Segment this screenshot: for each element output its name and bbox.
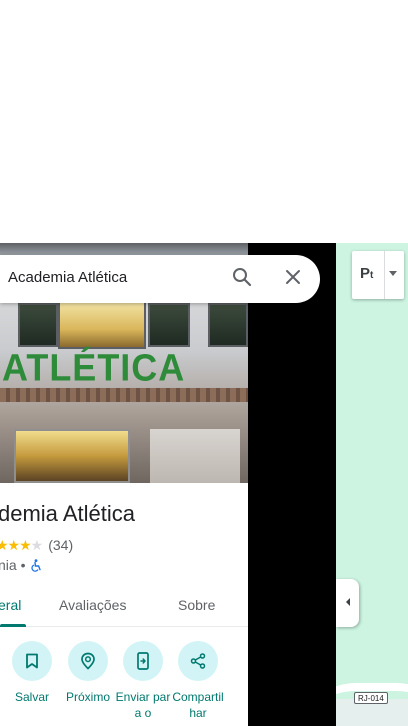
place-category[interactable]: nia • [0, 557, 25, 573]
stars-filled: ★★★ [0, 536, 32, 553]
share-icon [178, 641, 218, 681]
review-count[interactable]: (34) [48, 537, 73, 553]
close-icon [285, 269, 301, 290]
send-to-phone-icon [123, 641, 163, 681]
map-layer-subletter: t [370, 270, 374, 281]
photo-window [208, 303, 248, 347]
send-to-phone-label: Enviar para o [115, 690, 171, 720]
nearby-label: Próximo [65, 690, 110, 704]
search-icon [232, 267, 252, 292]
nearby-button[interactable]: Próximo [60, 641, 116, 705]
search-input[interactable]: Academia Atlética [8, 269, 127, 286]
dropdown-arrow-icon[interactable] [389, 271, 397, 276]
blank-area [0, 0, 408, 243]
selector-divider [384, 251, 385, 299]
share-label: Compartilhar [172, 690, 224, 720]
rating-row[interactable]: ★★★★ (34) [0, 536, 73, 554]
search-box[interactable]: Academia Atlética [0, 255, 320, 303]
send-to-phone-button[interactable]: Enviar para o [115, 641, 171, 721]
save-label: Salvar [14, 690, 49, 704]
tab-reviews[interactable]: Avaliações [59, 597, 126, 613]
map-road [336, 683, 408, 726]
tab-about[interactable]: Sobre [178, 597, 215, 613]
nearby-icon [68, 641, 108, 681]
caret-left-icon [344, 594, 352, 612]
map-canvas[interactable] [336, 243, 408, 726]
star-rating: ★★★★ [0, 536, 44, 554]
wheelchair-accessible-icon [30, 558, 42, 572]
place-title: demia Atlética [0, 501, 135, 526]
collapse-panel-button[interactable] [336, 579, 359, 627]
map-type-selector[interactable]: Pt [352, 251, 404, 299]
tab-overview[interactable]: eral [0, 597, 21, 613]
place-panel: ATLÉTICA demia Atlética ★★★★ (34) nia • … [0, 243, 248, 726]
save-button[interactable]: Salvar [4, 641, 60, 705]
search-button[interactable] [226, 263, 258, 295]
close-button[interactable] [277, 263, 309, 295]
photo-awning [0, 388, 248, 402]
map-layer-label: Pt [360, 265, 373, 282]
share-button[interactable]: Compartilhar [170, 641, 226, 721]
photo-sign: ATLÉTICA [2, 345, 186, 389]
active-tab-indicator [0, 624, 26, 627]
category-row: nia • [0, 556, 42, 574]
photo-roof [0, 243, 248, 255]
map-layer-letter: P [360, 265, 371, 282]
photo-window-lit [58, 301, 146, 349]
photo-window [148, 303, 190, 347]
route-shield-label: RJ-014 [354, 692, 388, 704]
place-tabs: eral Avaliações Sobre [0, 587, 248, 627]
bookmark-icon [12, 641, 52, 681]
panel-divider [248, 243, 336, 726]
stars-empty: ★ [30, 536, 44, 553]
photo-storefront [14, 429, 130, 483]
photo-wall [150, 429, 240, 483]
photo-window [18, 303, 58, 347]
